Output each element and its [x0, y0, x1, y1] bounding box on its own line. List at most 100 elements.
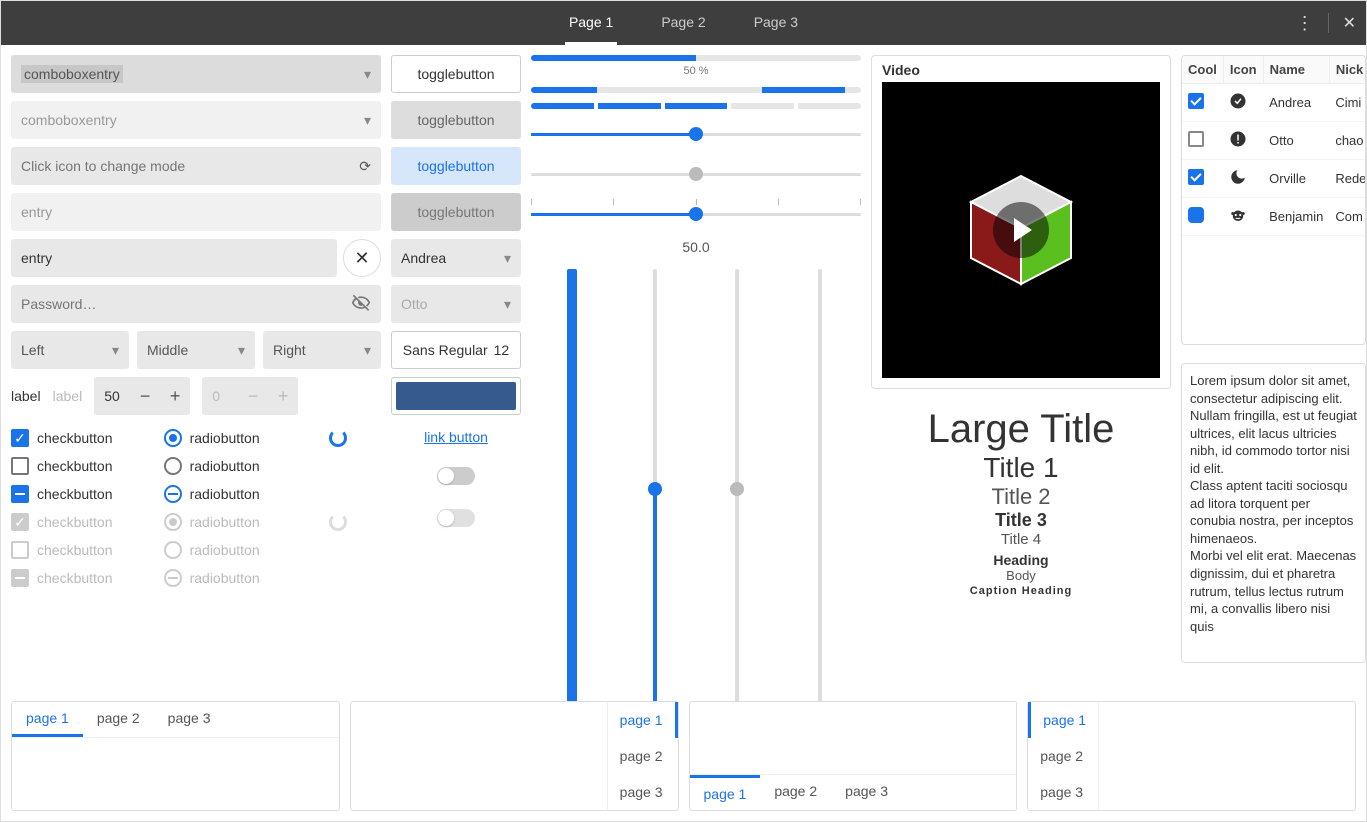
close-icon[interactable]: ✕	[1343, 13, 1356, 33]
combobox-entry[interactable]: comboboxentry ▾	[11, 55, 381, 93]
checkbutton-unchecked-disabled: checkbutton	[11, 541, 154, 559]
spinbutton[interactable]: 50 − +	[94, 377, 190, 415]
widgets-column-left: comboboxentry ▾ comboboxentry ▾ ⟳ entry …	[11, 55, 381, 701]
video-card: Video	[871, 55, 1171, 389]
tab-page3[interactable]: page 3	[608, 774, 678, 810]
font-button[interactable]: Sans Regular12	[391, 331, 521, 369]
notebooks-row: page 1 page 2 page 3 page 1 page 2 page …	[1, 701, 1366, 821]
header-tab-page2[interactable]: Page 2	[657, 2, 709, 45]
spinbutton-disabled: 0 − +	[202, 377, 298, 415]
header-tab-page3[interactable]: Page 3	[750, 2, 802, 45]
togglebutton-flat[interactable]: togglebutton	[391, 101, 521, 139]
buttons-column: togglebutton togglebutton togglebutton t…	[391, 55, 521, 701]
checkbutton-indeterminate[interactable]: checkbutton	[11, 485, 154, 503]
mode-entry[interactable]: ⟳	[11, 147, 381, 185]
align-left-combo[interactable]: Left▾	[11, 331, 129, 369]
scrollbar-vertical[interactable]	[557, 269, 587, 701]
title-2: Title 2	[881, 484, 1161, 510]
scale-horizontal-disabled	[531, 159, 861, 189]
togglebutton-active[interactable]: togglebutton	[391, 147, 521, 185]
divider	[1328, 13, 1329, 33]
video-player[interactable]	[882, 82, 1160, 378]
togglebutton-raised[interactable]: togglebutton	[391, 55, 521, 93]
row-icon	[1223, 198, 1263, 236]
tab-page3[interactable]: page 3	[154, 702, 225, 737]
table-row[interactable]: Benjamin Com	[1182, 198, 1366, 236]
tab-page2[interactable]: page 2	[760, 775, 831, 810]
color-button[interactable]	[391, 377, 521, 415]
clear-button[interactable]: ✕	[343, 239, 381, 277]
scale-horizontal[interactable]	[531, 119, 861, 149]
combobox-andrea[interactable]: Andrea▾	[391, 239, 521, 277]
tab-page1[interactable]: page 1	[608, 702, 678, 738]
textview-card[interactable]: Lorem ipsum dolor sit amet, consectetur …	[1181, 363, 1366, 663]
col-icon[interactable]: Icon	[1223, 56, 1263, 84]
radiobutton-selected[interactable]: radiobutton	[164, 429, 320, 447]
align-middle-combo[interactable]: Middle▾	[137, 331, 255, 369]
row-checkbox[interactable]	[1188, 93, 1204, 109]
notebook-top-tabs: page 1 page 2 page 3	[11, 701, 340, 811]
row-checkbox[interactable]	[1188, 169, 1204, 185]
minus-icon[interactable]: −	[130, 386, 160, 407]
play-icon[interactable]	[993, 202, 1049, 258]
tab-page1[interactable]: page 1	[1028, 702, 1098, 738]
row-icon	[1223, 160, 1263, 198]
tab-page1[interactable]: page 1	[12, 702, 83, 737]
row-checkbox[interactable]	[1188, 131, 1204, 147]
radiobutton-unselected[interactable]: radiobutton	[164, 457, 320, 475]
checkbutton-checked-disabled: ✓checkbutton	[11, 513, 154, 531]
caption-heading: Caption Heading	[881, 585, 1161, 597]
plus-icon[interactable]: +	[160, 386, 190, 407]
progressbar-1	[531, 55, 861, 61]
tab-page2[interactable]: page 2	[608, 738, 678, 774]
table-row[interactable]: Andrea Cimi	[1182, 84, 1366, 122]
align-right-combo[interactable]: Right▾	[263, 331, 381, 369]
typography-sample: Large Title Title 1 Title 2 Title 3 Titl…	[871, 397, 1171, 607]
chevron-down-icon: ▾	[364, 112, 371, 129]
tab-page3[interactable]: page 3	[1028, 774, 1098, 810]
refresh-icon[interactable]: ⟳	[359, 158, 371, 175]
spinner-icon	[329, 429, 381, 447]
radiobutton-indeterminate[interactable]: radiobutton	[164, 485, 320, 503]
row-nick: Com	[1329, 198, 1366, 236]
menu-icon[interactable]: ⋮	[1296, 13, 1314, 34]
progressbar-2	[531, 87, 861, 93]
checkbutton-checked[interactable]: ✓checkbutton	[11, 429, 154, 447]
row-checkbox[interactable]	[1188, 207, 1204, 223]
large-title: Large Title	[881, 407, 1161, 452]
table-row[interactable]: Orville Rede	[1182, 160, 1366, 198]
col-nick[interactable]: Nick	[1329, 56, 1366, 84]
scale-vertical-marks[interactable]	[805, 269, 835, 701]
tab-page1[interactable]: page 1	[690, 775, 761, 810]
row-name: Andrea	[1263, 84, 1329, 122]
heading: Heading	[881, 552, 1161, 568]
notebook-bottom-tabs: page 1 page 2 page 3	[689, 701, 1018, 811]
tab-page2[interactable]: page 2	[1028, 738, 1098, 774]
progress-label: 50 %	[531, 65, 861, 77]
link-button[interactable]: link button	[391, 423, 521, 451]
header-tab-page1[interactable]: Page 1	[565, 2, 617, 45]
row-icon	[1223, 122, 1263, 160]
checkbutton-indeterminate-disabled: checkbutton	[11, 569, 154, 587]
tab-page3[interactable]: page 3	[831, 775, 902, 810]
treeview-table[interactable]: Cool Icon Name Nick Andrea Cimi Otto cha…	[1182, 56, 1366, 236]
table-row[interactable]: Otto chao	[1182, 122, 1366, 160]
col-cool[interactable]: Cool	[1182, 56, 1223, 84]
scale-horizontal-marks[interactable]	[531, 199, 861, 229]
notebook-right-tabs: page 1 page 2 page 3	[350, 701, 679, 811]
scale-vertical-1[interactable]	[640, 269, 670, 701]
media-column: Video Large Title Title 1 Title 2 Title …	[871, 55, 1171, 701]
combobox-entry-disabled: comboboxentry ▾	[11, 101, 381, 139]
col-name[interactable]: Name	[1263, 56, 1329, 84]
switch-off[interactable]	[437, 467, 475, 485]
password-field[interactable]	[11, 285, 381, 323]
chevron-down-icon: ▾	[364, 66, 371, 83]
row-name: Benjamin	[1263, 198, 1329, 236]
data-column: Cool Icon Name Nick Andrea Cimi Otto cha…	[1181, 55, 1366, 701]
spinner-disabled-icon	[329, 513, 381, 531]
radiobutton-unselected-disabled: radiobutton	[164, 541, 320, 559]
entry-field[interactable]	[11, 239, 337, 277]
tab-page2[interactable]: page 2	[83, 702, 154, 737]
visibility-off-icon[interactable]	[351, 293, 371, 316]
checkbutton-unchecked[interactable]: checkbutton	[11, 457, 154, 475]
